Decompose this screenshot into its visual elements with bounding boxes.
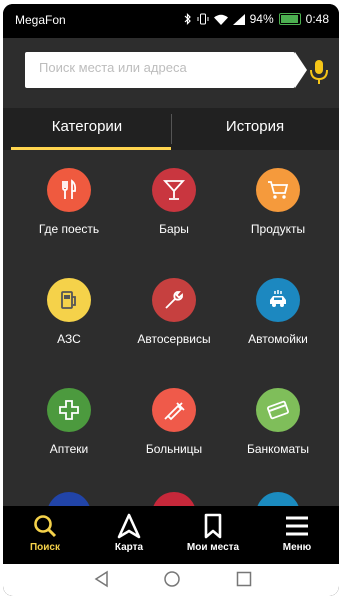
tab-history[interactable]: История: [171, 108, 339, 150]
menu-icon: [286, 516, 308, 536]
pharmacy-cross-icon: [59, 400, 79, 420]
wifi-icon: [213, 14, 228, 25]
category-label: Где поесть: [38, 222, 100, 236]
battery-percent: 94%: [249, 12, 274, 26]
nav-my-places[interactable]: Мои места: [171, 506, 255, 564]
category-label: Автомойки: [248, 332, 308, 346]
nav-map[interactable]: Карта: [87, 506, 171, 564]
category-bars[interactable]: Бары: [124, 168, 224, 236]
cocktail-icon: [162, 180, 186, 200]
category-car-wash[interactable]: Автомойки: [228, 278, 328, 346]
home-icon[interactable]: [163, 570, 181, 588]
recent-apps-icon[interactable]: [235, 570, 253, 588]
category-hospitals[interactable]: Больницы: [124, 388, 224, 456]
tab-bar: Категории История: [3, 108, 339, 150]
bookmark-icon: [204, 513, 222, 539]
syringe-icon: [164, 402, 185, 421]
clock: 0:48: [305, 12, 329, 26]
category-label: Аптеки: [49, 442, 89, 456]
tab-categories[interactable]: Категории: [3, 108, 171, 150]
cart-icon: [268, 181, 289, 199]
card-icon: [267, 400, 289, 420]
category-car-service[interactable]: Автосервисы: [124, 278, 224, 346]
category-label: Банкоматы: [246, 442, 309, 456]
vibrate-icon: [197, 13, 209, 25]
category-food[interactable]: Где поесть: [19, 168, 119, 236]
system-navigation-bar: [3, 564, 339, 596]
gas-station-icon: [61, 291, 76, 309]
signal-icon: [232, 13, 245, 25]
microphone-icon[interactable]: [307, 58, 331, 86]
nav-my-places-label: Мои места: [186, 542, 240, 553]
app-screen: Категории История Где поесть Бары: [3, 38, 339, 596]
nav-map-label: Карта: [114, 542, 144, 553]
carrier-label: MegaFon: [15, 13, 66, 27]
bluetooth-icon: [184, 13, 191, 25]
fork-knife-icon: [62, 179, 77, 199]
nav-menu[interactable]: Меню: [255, 506, 339, 564]
phone-frame: MegaFon 94% 0:48 Категории: [3, 4, 339, 596]
status-icons: 94% 0:48: [184, 12, 329, 26]
battery-icon: [278, 13, 301, 25]
category-label: Продукты: [250, 222, 306, 236]
category-label: Бары: [159, 222, 189, 236]
nav-search[interactable]: Поиск: [3, 506, 87, 564]
bottom-navigation: Поиск Карта Мои места Меню: [3, 506, 339, 564]
status-bar: MegaFon 94% 0:48: [3, 4, 339, 38]
category-pharmacies[interactable]: Аптеки: [19, 388, 119, 456]
search-bar[interactable]: [25, 52, 307, 88]
category-grid: Где поесть Бары Продукты АЗС Автосервисы…: [3, 150, 339, 510]
category-label: Автосервисы: [137, 332, 211, 346]
category-groceries[interactable]: Продукты: [228, 168, 328, 236]
search-bar-arrow: [295, 52, 307, 88]
nav-search-label: Поиск: [29, 542, 60, 553]
search-input[interactable]: [39, 60, 279, 75]
category-gas-stations[interactable]: АЗС: [19, 278, 119, 346]
tab-history-label: История: [225, 118, 285, 135]
nav-menu-label: Меню: [282, 542, 312, 553]
search-icon: [34, 515, 57, 538]
car-wash-icon: [270, 290, 286, 307]
wrench-icon: [165, 291, 183, 309]
tab-categories-label: Категории: [51, 118, 123, 135]
category-atms[interactable]: Банкоматы: [228, 388, 328, 456]
category-label: Больницы: [145, 442, 203, 456]
navigation-arrow-icon: [117, 513, 141, 539]
category-label: АЗС: [57, 332, 81, 346]
back-icon[interactable]: [93, 570, 111, 588]
